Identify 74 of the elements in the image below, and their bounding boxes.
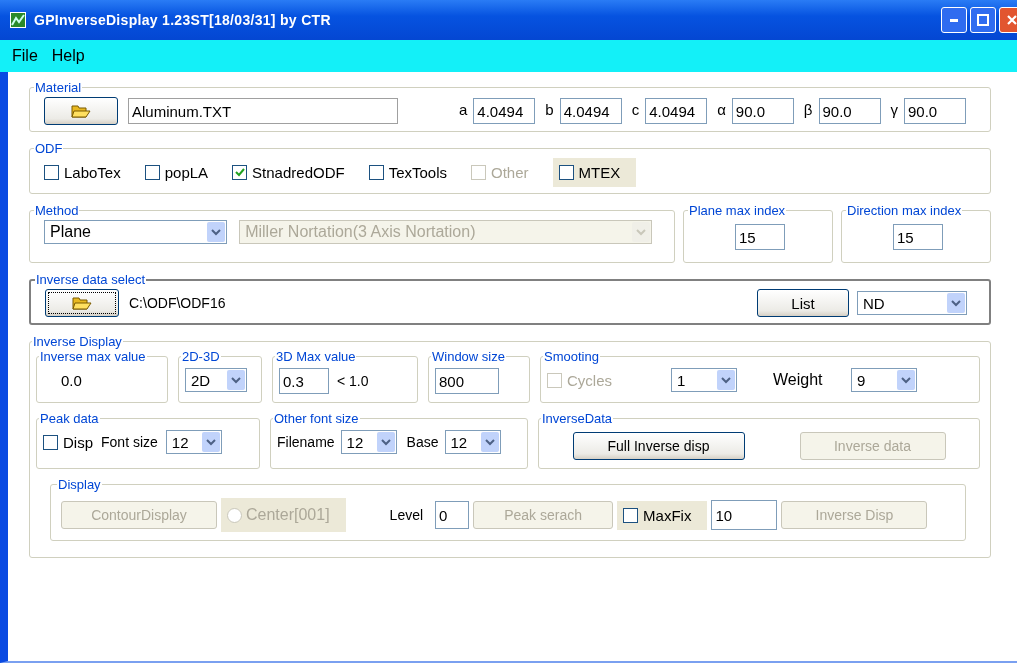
group-label: Material xyxy=(34,80,83,95)
cycles-dropdown[interactable]: 1 xyxy=(671,368,737,392)
checkbox-option[interactable]: TexTools xyxy=(368,164,447,181)
group-label: Other font size xyxy=(273,411,360,426)
parameter-label: γ xyxy=(890,100,898,118)
file-field[interactable]: Aluminum.TXT xyxy=(128,98,398,124)
weight-dropdown[interactable]: 9 xyxy=(851,368,917,392)
filename-size-dropdown[interactable]: 12 xyxy=(340,430,397,454)
minimize-button[interactable] xyxy=(941,7,967,33)
menu-item[interactable]: Help xyxy=(51,47,85,65)
parameter-label: c xyxy=(631,100,640,118)
maximize-button[interactable] xyxy=(970,7,996,33)
disp-checkbox[interactable]: Disp xyxy=(43,433,93,451)
max-3d-field[interactable]: 0.3 xyxy=(279,368,329,394)
dimension-dropdown[interactable]: 2D xyxy=(185,368,247,392)
checkbox-option[interactable]: StnadredODF xyxy=(232,164,345,181)
weight-label: Weight xyxy=(773,371,824,389)
group-label: ODF xyxy=(34,141,64,156)
group-label: Display xyxy=(57,477,102,492)
parameter-field[interactable]: 90.0 xyxy=(818,98,881,124)
list-button[interactable]: List xyxy=(757,289,849,317)
folder-icon xyxy=(72,295,92,311)
parameter-label: b xyxy=(545,100,554,118)
group-label: 3D Max value xyxy=(275,349,357,364)
filename-label: Filename xyxy=(277,434,335,450)
checkbox-option[interactable]: MTEX xyxy=(552,158,637,187)
font-size-label: Font size xyxy=(101,434,158,450)
window-title: GPInverseDisplay 1.23ST[18/03/31] by CTR xyxy=(34,12,331,28)
group-label: Direction max index xyxy=(846,203,963,218)
group-label: Plane max index xyxy=(688,203,787,218)
direction-dropdown[interactable]: ND xyxy=(857,291,967,315)
parameter-field[interactable]: 90.0 xyxy=(731,98,794,124)
level-label: Level xyxy=(389,507,424,523)
parameter-field[interactable]: 4.0494 xyxy=(559,98,622,124)
base-label: Base xyxy=(406,434,439,450)
open-folder-button[interactable] xyxy=(45,289,119,317)
group-label: Inverse Display xyxy=(32,334,123,349)
close-icon xyxy=(1007,15,1017,25)
minimize-icon xyxy=(950,18,958,22)
parameter-label: α xyxy=(717,100,726,118)
parameter-label: a xyxy=(459,100,468,118)
group-label: 2D-3D xyxy=(181,349,221,364)
limit-text: < 1.0 xyxy=(337,373,369,389)
folder-icon xyxy=(71,103,91,119)
path-text: C:\ODF\ODF16 xyxy=(129,295,226,311)
inverse-max-value: 0.0 xyxy=(60,371,83,389)
maximize-icon xyxy=(977,14,989,26)
level-field[interactable]: 0 xyxy=(435,501,470,529)
app-icon xyxy=(10,12,26,28)
parameter-field[interactable]: 90.0 xyxy=(904,98,966,124)
base-size-dropdown[interactable]: 12 xyxy=(444,430,501,454)
checkbox-option[interactable]: popLA xyxy=(144,164,209,181)
direction-index-field[interactable]: 15 xyxy=(893,224,943,250)
maxfix-checkbox[interactable]: MaxFix xyxy=(617,500,708,530)
group-label: Smooting xyxy=(543,349,600,364)
action-button[interactable]: Full Inverse disp xyxy=(572,432,745,460)
maxfix-field[interactable]: 10 xyxy=(711,500,778,530)
group-label: Method xyxy=(34,203,80,218)
group-label: Inverse data select xyxy=(35,272,147,287)
group-label: InverseData xyxy=(541,411,614,426)
group-label: Peak data xyxy=(39,411,100,426)
group-label: Inverse max value xyxy=(39,349,147,364)
menu-item[interactable]: File xyxy=(12,47,38,65)
window-size-field[interactable]: 800 xyxy=(435,368,499,394)
parameter-label: β xyxy=(803,100,813,118)
checkmark-icon xyxy=(234,168,245,177)
parameter-field[interactable]: 4.0494 xyxy=(473,98,536,124)
group-label: Window size xyxy=(431,349,506,364)
open-file-button[interactable] xyxy=(44,97,118,125)
font-size-dropdown[interactable]: 12 xyxy=(165,430,222,454)
plane-index-field[interactable]: 15 xyxy=(735,224,785,250)
parameter-field[interactable]: 4.0494 xyxy=(645,98,708,124)
checkbox-option[interactable]: LaboTex xyxy=(44,164,121,181)
method-dropdown[interactable]: Plane xyxy=(44,220,228,244)
